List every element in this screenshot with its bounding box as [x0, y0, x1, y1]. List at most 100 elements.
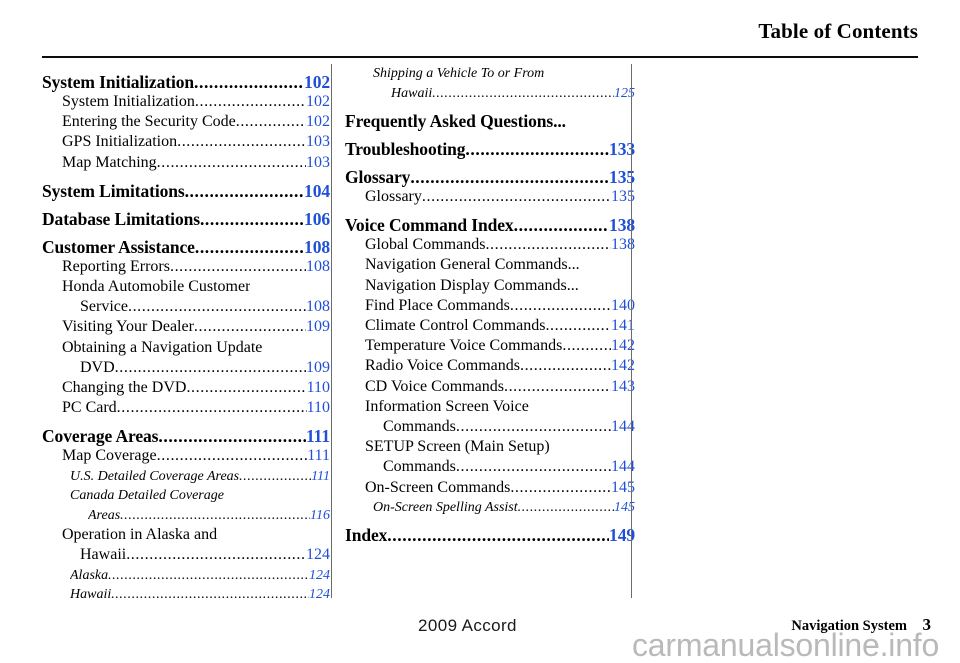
- toc-leader-dots: [387, 525, 609, 545]
- toc-entry[interactable]: Index149: [345, 517, 635, 545]
- toc-entry-label: Entering the Security Code: [62, 113, 236, 131]
- toc-entry[interactable]: System Initialization 102: [42, 92, 330, 112]
- toc-entry-page-number: 111: [311, 468, 330, 484]
- toc-entry[interactable]: Customer Assistance 108: [42, 229, 330, 257]
- table-of-contents: System Initialization102System Initializ…: [42, 64, 918, 602]
- toc-entry[interactable]: CD Voice Commands143: [345, 377, 635, 397]
- toc-entry-page-number: 124: [309, 587, 330, 603]
- toc-leader-dots: [236, 112, 306, 132]
- page-title: Table of Contents: [758, 19, 918, 43]
- toc-entry[interactable]: Hawaii 124: [42, 585, 330, 605]
- toc-entry[interactable]: Map Matching 103: [42, 153, 330, 173]
- toc-entry[interactable]: Service 108: [42, 297, 330, 317]
- toc-entry[interactable]: Entering the Security Code 102: [42, 112, 330, 132]
- toc-entry[interactable]: Troubleshooting133: [345, 131, 635, 159]
- toc-entry-page-number: 102: [306, 113, 330, 131]
- toc-leader-dots: [185, 181, 304, 201]
- toc-entry-page-number: 104: [304, 180, 330, 201]
- toc-entry-label: Voice Command Index: [345, 215, 514, 236]
- toc-entry[interactable]: Changing the DVD 110: [42, 378, 330, 398]
- toc-entry[interactable]: Global Commands138: [345, 235, 635, 255]
- toc-leader-dots: [170, 257, 306, 277]
- toc-entry[interactable]: Coverage Areas 111: [42, 418, 330, 446]
- toc-entry-label: System Initialization: [42, 72, 194, 92]
- toc-leader-dots: [195, 92, 306, 112]
- toc-entry[interactable]: PC Card 110: [42, 398, 330, 418]
- toc-entry[interactable]: GPS Initialization 103: [42, 132, 330, 152]
- toc-leader-dots: [108, 566, 309, 586]
- toc-entry[interactable]: Temperature Voice Commands142: [345, 336, 635, 356]
- toc-leader-dots: [177, 132, 306, 152]
- toc-entry[interactable]: Operation in Alaska and: [42, 525, 330, 545]
- toc-entry-label: On-Screen Spelling Assist: [373, 499, 518, 515]
- toc-entry[interactable]: Navigation Display Commands...139: [345, 276, 635, 296]
- toc-entry[interactable]: DVD 109: [42, 358, 330, 378]
- header-rule-divider: [42, 56, 918, 58]
- toc-leader-dots: [157, 446, 308, 466]
- toc-entry[interactable]: Hawaii 124: [42, 545, 330, 565]
- toc-entry[interactable]: On-Screen Commands145: [345, 478, 635, 498]
- toc-entry-label: Database Limitations: [42, 208, 200, 229]
- toc-entry-label: Changing the DVD: [62, 379, 187, 397]
- toc-leader-dots: [186, 378, 306, 398]
- toc-entry[interactable]: Information Screen Voice: [345, 397, 635, 417]
- toc-leader-dots: [194, 72, 304, 92]
- toc-entry[interactable]: Database Limitations 106: [42, 201, 330, 229]
- toc-entry-label: U.S. Detailed Coverage Areas: [70, 468, 240, 484]
- toc-leader-dots: [510, 296, 611, 316]
- toc-entry-label: Radio Voice Commands: [365, 357, 520, 375]
- toc-leader-dots: [456, 457, 611, 477]
- toc-entry-label: Hawaii: [80, 546, 127, 564]
- toc-entry-label: Climate Control Commands: [365, 317, 546, 335]
- toc-entry[interactable]: Commands144: [345, 457, 635, 477]
- toc-entry[interactable]: U.S. Detailed Coverage Areas 111: [42, 467, 330, 487]
- toc-entry-label: Shipping a Vehicle To or From: [373, 66, 545, 81]
- toc-entry[interactable]: Canada Detailed Coverage: [42, 486, 330, 506]
- toc-entry[interactable]: Areas 116: [42, 506, 330, 526]
- toc-entry[interactable]: Reporting Errors 108: [42, 257, 330, 277]
- toc-entry[interactable]: Commands144: [345, 417, 635, 437]
- toc-entry[interactable]: Voice Command Index138: [345, 207, 635, 235]
- toc-entry[interactable]: SETUP Screen (Main Setup): [345, 437, 635, 457]
- toc-entry[interactable]: System Initialization 102: [42, 64, 330, 92]
- watermark-text: carmanualsonline.info: [632, 627, 940, 663]
- toc-entry-label: Frequently Asked Questions...: [345, 111, 566, 131]
- toc-leader-dots: [194, 317, 306, 337]
- toc-entry-label: Honda Automobile Customer: [62, 278, 251, 296]
- toc-entry-label: SETUP Screen (Main Setup): [365, 438, 550, 456]
- toc-entry-label: Reporting Errors: [62, 257, 170, 275]
- toc-entry[interactable]: Navigation General Commands...138: [345, 255, 635, 275]
- toc-entry-label: Hawaii: [391, 85, 433, 101]
- toc-entry-page-number: 111: [307, 447, 330, 465]
- toc-leader-dots: [128, 297, 306, 317]
- toc-entry[interactable]: Climate Control Commands141: [345, 316, 635, 336]
- toc-entry[interactable]: Honda Automobile Customer: [42, 277, 330, 297]
- toc-entry[interactable]: Obtaining a Navigation Update: [42, 338, 330, 358]
- toc-entry-label: Customer Assistance: [42, 236, 195, 257]
- toc-entry[interactable]: Map Coverage 111: [42, 446, 330, 466]
- toc-leader-dots: [422, 187, 611, 207]
- toc-left-column: System Initialization102System Initializ…: [42, 64, 330, 602]
- toc-entry[interactable]: Find Place Commands140: [345, 296, 635, 316]
- toc-leader-dots: [157, 153, 306, 173]
- toc-entry[interactable]: Shipping a Vehicle To or From: [345, 64, 635, 84]
- toc-entry[interactable]: Glossary135: [345, 187, 635, 207]
- toc-entry-label: Areas: [88, 507, 121, 523]
- toc-entry-page-number: 102: [304, 72, 330, 92]
- toc-leader-dots: [410, 167, 609, 187]
- toc-entry[interactable]: System Limitations 104: [42, 173, 330, 201]
- toc-entry[interactable]: Glossary135: [345, 159, 635, 187]
- column-divider-1: [331, 64, 332, 598]
- toc-entry[interactable]: Alaska 124: [42, 566, 330, 586]
- toc-entry[interactable]: On-Screen Spelling Assist145: [345, 498, 635, 518]
- toc-entry-label: Troubleshooting: [345, 139, 466, 159]
- toc-entry[interactable]: Frequently Asked Questions...126: [345, 103, 635, 131]
- toc-right-column: Shipping a Vehicle To or FromHawaii125Fr…: [345, 64, 635, 600]
- toc-entry[interactable]: Hawaii125: [345, 84, 635, 104]
- toc-entry-label: Coverage Areas: [42, 426, 159, 447]
- toc-entry[interactable]: Visiting Your Dealer 109: [42, 317, 330, 337]
- toc-entry-label: Service: [80, 298, 128, 316]
- toc-entry-page-number: 108: [306, 298, 330, 316]
- toc-entry[interactable]: Radio Voice Commands142: [345, 356, 635, 376]
- toc-entry-label: Commands: [383, 458, 456, 476]
